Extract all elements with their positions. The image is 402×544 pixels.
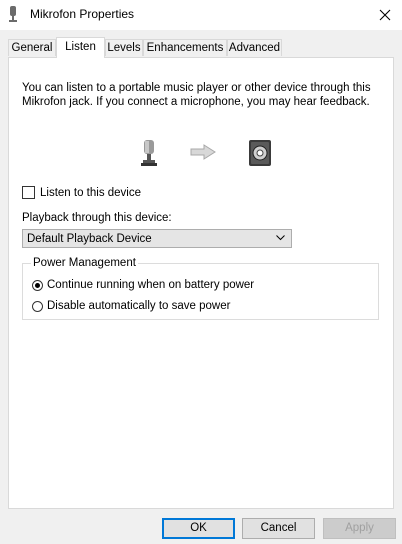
listen-panel: You can listen to a portable music playe… (8, 57, 394, 509)
tab-levels[interactable]: Levels (105, 39, 143, 56)
listen-checkbox-row[interactable]: Listen to this device (22, 186, 141, 199)
radio-continue[interactable] (32, 279, 43, 291)
playback-label: Playback through this device: (22, 212, 172, 224)
radio-disable-row[interactable]: Disable automatically to save power (32, 300, 230, 312)
power-management-group: Power Management Continue running when o… (22, 257, 379, 320)
radio-continue-label: Continue running when on battery power (47, 279, 255, 291)
radio-continue-row[interactable]: Continue running when on battery power (32, 279, 254, 291)
window-title: Mikrofon Properties (30, 7, 135, 21)
listen-checkbox[interactable] (22, 186, 35, 199)
cancel-button[interactable]: Cancel (242, 518, 315, 539)
close-button[interactable] (368, 0, 402, 30)
chevron-down-icon (276, 235, 285, 241)
listen-checkbox-label: Listen to this device (40, 186, 142, 199)
microphone-icon (9, 6, 17, 22)
playback-device-value: Default Playback Device (27, 232, 152, 245)
apply-button[interactable]: Apply (323, 518, 396, 539)
radio-disable[interactable] (32, 300, 43, 312)
title-bar: Mikrofon Properties (0, 0, 402, 30)
playback-device-dropdown[interactable]: Default Playback Device (22, 229, 292, 248)
radio-disable-label: Disable automatically to save power (47, 300, 231, 312)
close-icon (379, 9, 391, 21)
tab-listen[interactable]: Listen (56, 37, 105, 58)
listen-description: You can listen to a portable music playe… (22, 82, 371, 108)
tab-advanced[interactable]: Advanced (227, 39, 282, 56)
speaker-icon (249, 140, 271, 166)
ok-button[interactable]: OK (162, 518, 235, 539)
microphone-icon (141, 140, 157, 166)
tab-enhancements[interactable]: Enhancements (143, 39, 227, 56)
arrow-right-icon (190, 144, 216, 160)
tab-general[interactable]: General (8, 39, 56, 56)
power-management-label: Power Management (31, 257, 138, 269)
